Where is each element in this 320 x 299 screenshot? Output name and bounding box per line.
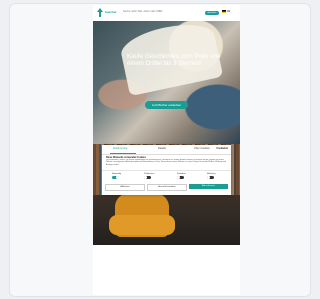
- toggle-marketing[interactable]: Marketing: [207, 173, 231, 179]
- cookie-consent-dialog: Zustimmung Details Über Cookies Cookiebo…: [102, 145, 231, 195]
- active-tab-indicator: [110, 153, 136, 154]
- page-footer-area: [93, 245, 240, 295]
- tab-consent[interactable]: Zustimmung: [113, 147, 127, 150]
- allow-all-button[interactable]: Alle zulassen: [189, 184, 228, 189]
- toggle-preferences[interactable]: Präferenzen: [144, 173, 168, 179]
- toggle-switch[interactable]: [207, 176, 214, 179]
- site-header: buecher Suche nach Titel, Autor oder ISB…: [93, 5, 240, 21]
- cookiebot-logo: Cookiebot: [216, 146, 228, 150]
- tab-details[interactable]: Details: [158, 147, 166, 150]
- toggle-switch[interactable]: [144, 176, 151, 179]
- logo-text[interactable]: buecher: [105, 10, 117, 14]
- language-selector[interactable]: DE: [222, 10, 230, 13]
- hero-cta-button[interactable]: Jetzt Bücher entdecken: [145, 101, 188, 109]
- login-button[interactable]: Anmelden: [205, 11, 219, 15]
- website-preview: buecher Suche nach Titel, Autor oder ISB…: [93, 5, 240, 295]
- cookie-body-text: Wir verwenden Cookies, um Inhalte und An…: [106, 159, 226, 166]
- toggle-label: Marketing: [207, 173, 216, 175]
- toggle-switch[interactable]: [177, 176, 184, 179]
- tab-about-cookies[interactable]: Über Cookies: [194, 147, 210, 150]
- toggle-label: Präferenzen: [144, 173, 155, 175]
- allow-selection-button[interactable]: Auswahl erlauben: [147, 184, 187, 191]
- search-input[interactable]: Suche nach Titel, Autor oder ISBN: [123, 10, 193, 15]
- logo-icon: [97, 8, 103, 17]
- language-label: DE: [226, 10, 231, 14]
- armchair-seat-image: [109, 215, 175, 235]
- cookie-tabs: Zustimmung Details Über Cookies: [102, 145, 231, 155]
- toggle-switch[interactable]: [112, 176, 119, 179]
- toggle-necessary[interactable]: Notwendig: [112, 173, 136, 179]
- toggle-label: Notwendig: [112, 173, 121, 175]
- toggle-label: Statistiken: [177, 173, 186, 175]
- deny-button[interactable]: Ablehnen: [105, 184, 145, 191]
- toggle-statistics[interactable]: Statistiken: [177, 173, 201, 179]
- hero-banner: Kaufe Geschichten zum Preis von einem Dr…: [93, 17, 240, 144]
- hero-title: Kaufe Geschichten zum Preis von einem Dr…: [127, 53, 221, 67]
- german-flag-icon: [222, 10, 226, 13]
- cookie-toggles: Notwendig Präferenzen Statistiken Market…: [102, 170, 231, 181]
